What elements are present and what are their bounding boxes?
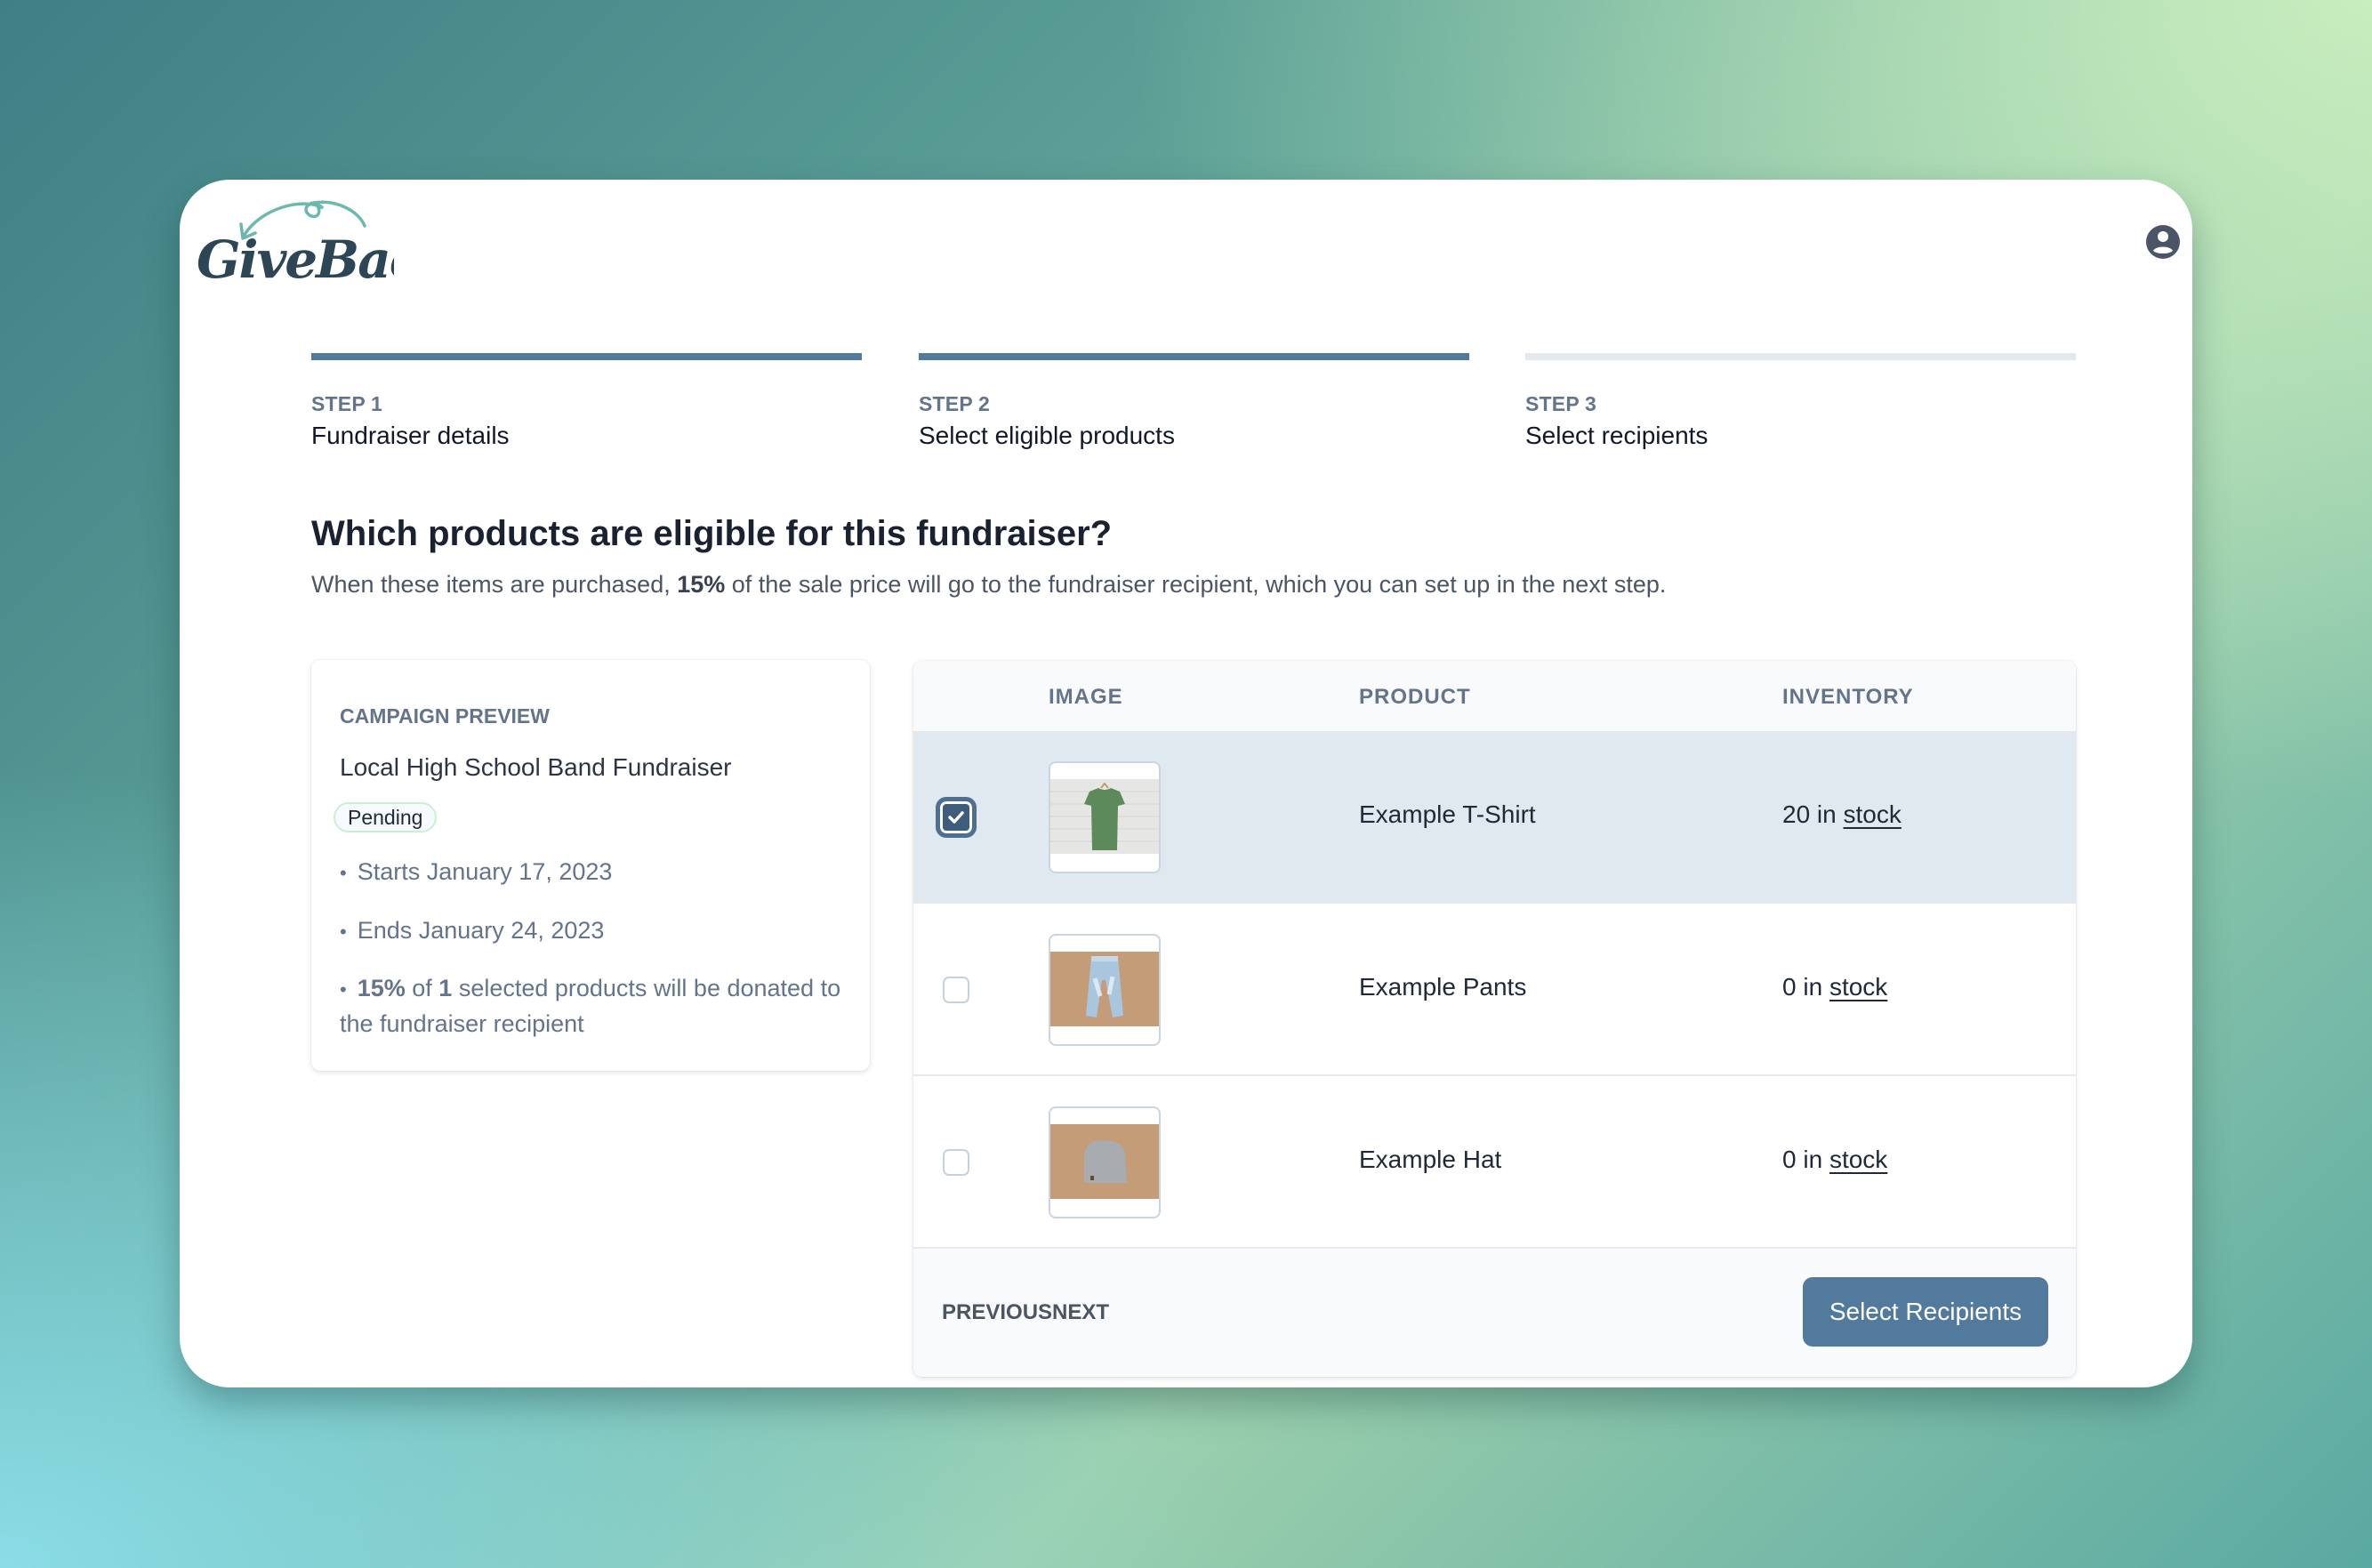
page-description: When these items are purchased, 15% of t… xyxy=(311,571,1666,599)
product-name: Example Pants xyxy=(1359,973,1527,1001)
status-badge: Pending xyxy=(334,802,438,832)
campaign-start-date: Starts January 17, 2023 xyxy=(340,854,847,891)
campaign-details-list: Starts January 17, 2023 Ends January 24,… xyxy=(340,854,847,1062)
giveback-logo[interactable]: GiveBack xyxy=(189,189,454,300)
products-table: IMAGE PRODUCT INVENTORY Example T-Shirt … xyxy=(913,661,2076,1377)
step-1-number: STEP 1 xyxy=(311,392,383,415)
inventory-count: 0 in xyxy=(1782,973,1829,1001)
end-date-text: Ends January 24, 2023 xyxy=(357,917,605,944)
donation-of-text: of xyxy=(405,975,439,1001)
stock-link[interactable]: stock xyxy=(1829,1146,1887,1173)
inventory-cell: 20 in stock xyxy=(1782,800,1902,829)
step-1-progress-bar xyxy=(311,353,862,360)
start-date-text: Starts January 17, 2023 xyxy=(357,858,613,885)
step-3-number: STEP 3 xyxy=(1525,392,1597,415)
row-checkbox[interactable] xyxy=(936,797,977,838)
step-2-progress-bar xyxy=(919,353,1469,360)
hat-photo-icon xyxy=(1050,1124,1159,1199)
step-1[interactable]: STEP 1 Fundraiser details xyxy=(311,353,862,450)
product-name: Example T-Shirt xyxy=(1359,800,1536,828)
page-title: Which products are eligible for this fun… xyxy=(311,514,1113,553)
campaign-end-date: Ends January 24, 2023 xyxy=(340,913,847,950)
description-percent: 15% xyxy=(677,571,726,598)
table-row[interactable]: Example Hat 0 in stock xyxy=(913,1076,2076,1249)
product-image xyxy=(1049,761,1161,873)
description-text-2: of the sale price will go to the fundrai… xyxy=(725,571,1667,598)
description-text-1: When these items are purchased, xyxy=(311,571,678,598)
column-header-inventory[interactable]: INVENTORY xyxy=(1782,685,1914,710)
column-header-image[interactable]: IMAGE xyxy=(1049,685,1123,710)
row-checkbox[interactable] xyxy=(943,1149,969,1176)
checkmark-icon xyxy=(948,811,964,824)
stock-link[interactable]: stock xyxy=(1844,800,1902,828)
step-3-title: Select recipients xyxy=(1525,422,1709,449)
table-footer: PREVIOUS NEXT Select Recipients xyxy=(913,1249,2076,1377)
campaign-name: Local High School Band Fundraiser xyxy=(340,753,732,781)
user-account-button[interactable] xyxy=(2145,224,2181,260)
table-header: IMAGE PRODUCT INVENTORY xyxy=(913,661,2076,731)
tshirt-photo-icon xyxy=(1050,779,1159,854)
next-page-button[interactable]: NEXT xyxy=(1052,1300,1109,1325)
stock-link[interactable]: stock xyxy=(1829,973,1887,1001)
stepper: STEP 1 Fundraiser details STEP 2 Select … xyxy=(311,353,2076,451)
step-2-number: STEP 2 xyxy=(919,392,991,415)
product-image xyxy=(1049,1106,1161,1218)
campaign-preview-card: CAMPAIGN PREVIEW Local High School Band … xyxy=(311,660,870,1071)
donation-percent: 15% xyxy=(357,975,406,1001)
column-header-product[interactable]: PRODUCT xyxy=(1359,685,1471,710)
table-row[interactable]: Example T-Shirt 20 in stock xyxy=(913,731,2076,904)
pants-photo-icon xyxy=(1050,952,1159,1026)
row-checkbox[interactable] xyxy=(943,977,969,1003)
step-3-progress-bar xyxy=(1525,353,2076,360)
product-name: Example Hat xyxy=(1359,1146,1502,1173)
svg-text:GiveBack: GiveBack xyxy=(197,229,394,290)
select-recipients-button[interactable]: Select Recipients xyxy=(1803,1277,2048,1347)
inventory-count: 0 in xyxy=(1782,1146,1829,1173)
campaign-donation-summary: 15% of 1 selected products will be donat… xyxy=(340,971,847,1041)
giveback-logo-icon: GiveBack xyxy=(197,200,454,290)
previous-page-button[interactable]: PREVIOUS xyxy=(942,1300,1052,1325)
inventory-count: 20 in xyxy=(1782,800,1844,828)
product-image xyxy=(1049,934,1161,1046)
app-window: GiveBack STEP 1 Fundraiser details STEP … xyxy=(180,180,2192,1387)
user-circle-icon xyxy=(2146,225,2180,259)
step-2-title: Select eligible products xyxy=(919,422,1175,449)
table-row[interactable]: Example Pants 0 in stock xyxy=(913,904,2076,1076)
campaign-preview-label: CAMPAIGN PREVIEW xyxy=(340,704,550,728)
step-2[interactable]: STEP 2 Select eligible products xyxy=(919,353,1469,450)
step-3[interactable]: STEP 3 Select recipients xyxy=(1525,353,2076,450)
inventory-cell: 0 in stock xyxy=(1782,973,1887,1001)
selected-count: 1 xyxy=(438,975,453,1001)
step-1-title: Fundraiser details xyxy=(311,422,510,449)
inventory-cell: 0 in stock xyxy=(1782,1146,1887,1174)
